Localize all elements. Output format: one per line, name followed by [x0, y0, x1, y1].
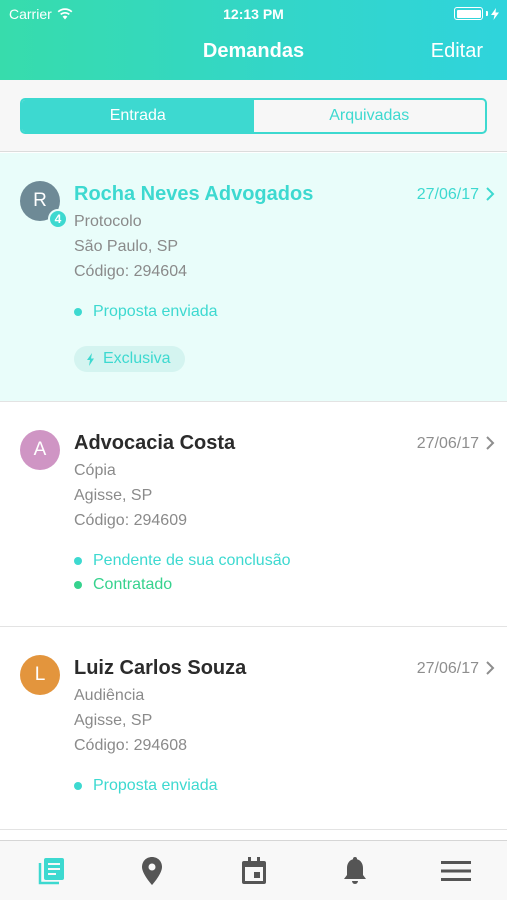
calendar-icon — [241, 856, 266, 884]
demand-location: Agisse, SP — [74, 487, 153, 504]
unread-count-badge: 4 — [48, 209, 68, 229]
demand-code: Código: 294604 — [74, 263, 187, 280]
status-item: Pendente de sua conclusão — [74, 549, 487, 573]
demand-code: Código: 294609 — [74, 512, 187, 529]
tab-map[interactable] — [101, 841, 202, 900]
demand-type: Cópia — [74, 462, 116, 479]
status-item: Proposta enviada — [74, 774, 487, 798]
demand-code: Código: 294608 — [74, 737, 187, 754]
status-dot — [74, 581, 82, 589]
demand-location: São Paulo, SP — [74, 238, 179, 255]
chevron-right-icon — [486, 661, 495, 675]
segment-bar: Entrada Arquivadas — [0, 80, 507, 152]
chevron-right-icon — [486, 187, 495, 201]
status-list: Proposta enviada — [74, 300, 487, 324]
demand-location: Agisse, SP — [74, 712, 153, 729]
demand-card[interactable]: R 4 Rocha Neves Advogados Protocolo São … — [0, 153, 507, 402]
demand-date: 27/06/17 — [416, 660, 479, 677]
lightning-icon — [87, 352, 94, 366]
tab-demands[interactable] — [0, 841, 101, 900]
location-pin-icon — [142, 856, 163, 885]
segmented-control: Entrada Arquivadas — [20, 98, 487, 134]
demand-type: Protocolo — [74, 213, 142, 230]
tab-menu[interactable] — [406, 841, 507, 900]
status-list: Proposta enviada — [74, 774, 487, 798]
status-dot — [74, 557, 82, 565]
demand-card[interactable]: L Luiz Carlos Souza Audiência Agisse, SP… — [0, 627, 507, 830]
menu-icon — [441, 860, 472, 881]
avatar: L — [20, 655, 60, 695]
battery-icon — [454, 7, 499, 20]
status-item: Proposta enviada — [74, 300, 487, 324]
tab-calendar[interactable] — [203, 841, 304, 900]
tab-notifications[interactable] — [304, 841, 405, 900]
status-item: Contratado — [74, 573, 487, 597]
avatar: A — [20, 430, 60, 470]
segment-arquivadas[interactable]: Arquivadas — [254, 100, 486, 132]
tab-bar — [0, 840, 507, 900]
status-time: 12:13 PM — [223, 6, 284, 22]
demands-list: R 4 Rocha Neves Advogados Protocolo São … — [0, 153, 507, 830]
edit-button[interactable]: Editar — [431, 40, 483, 63]
status-dot — [74, 782, 82, 790]
segment-entrada[interactable]: Entrada — [22, 100, 254, 132]
demand-date: 27/06/17 — [416, 186, 479, 203]
navigation-header: Carrier 12:13 PM Demandas Editar — [0, 0, 507, 80]
exclusive-tag: Exclusiva — [74, 346, 185, 372]
chevron-right-icon — [486, 436, 495, 450]
demand-type: Audiência — [74, 687, 145, 704]
demands-list-icon — [38, 857, 64, 884]
status-list: Pendente de sua conclusão Contratado — [74, 549, 487, 597]
bell-icon — [343, 856, 366, 884]
charging-icon — [491, 7, 499, 20]
demand-date: 27/06/17 — [416, 435, 479, 452]
demand-card[interactable]: A Advocacia Costa Cópia Agisse, SP Códig… — [0, 402, 507, 627]
status-bar: Carrier 12:13 PM — [0, 0, 507, 28]
status-dot — [74, 308, 82, 316]
